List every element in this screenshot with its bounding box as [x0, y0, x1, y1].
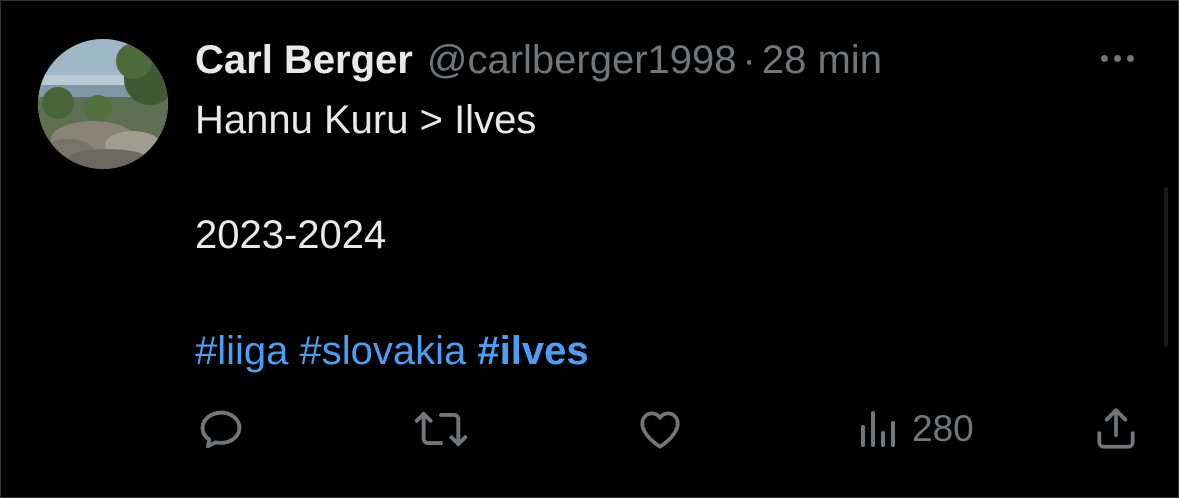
author-name[interactable]: Carl Berger	[195, 37, 413, 83]
header-separator: ·	[742, 38, 756, 82]
heart-icon	[640, 411, 680, 449]
views-button[interactable]: 280	[856, 401, 974, 457]
hashtag-liiga[interactable]: #liiga	[195, 329, 288, 373]
hashtag-ilves[interactable]: #ilves	[477, 329, 588, 373]
views-icon	[861, 411, 895, 447]
share-icon	[1097, 408, 1135, 449]
tweet-hashtags: #liiga #slovakia #ilves	[195, 328, 589, 374]
reply-button[interactable]	[195, 401, 247, 457]
tweet-text-line-1: Hannu Kuru > Ilves	[195, 98, 537, 142]
avatar-image	[38, 39, 168, 169]
tweet-text-line-2: 2023-2024	[195, 213, 387, 257]
reply-icon	[200, 410, 242, 449]
tweet-header: Carl Berger @carlberger1998 · 28 min	[195, 37, 882, 83]
retweet-icon	[414, 411, 468, 447]
like-button[interactable]	[635, 401, 685, 457]
avatar[interactable]	[38, 39, 168, 169]
hashtag-slovakia[interactable]: #slovakia	[300, 329, 467, 373]
tweet-actions: 280	[1, 401, 1179, 461]
tweet-timestamp[interactable]: 28 min	[762, 37, 882, 83]
more-icon[interactable]	[1094, 41, 1140, 75]
retweet-button[interactable]	[412, 401, 470, 457]
views-count: 280	[912, 408, 974, 449]
scrollbar[interactable]	[1164, 187, 1168, 347]
share-button[interactable]	[1091, 401, 1141, 457]
tweet-card[interactable]: Carl Berger @carlberger1998 · 28 min Han…	[0, 0, 1179, 498]
author-handle[interactable]: @carlberger1998	[427, 37, 737, 83]
